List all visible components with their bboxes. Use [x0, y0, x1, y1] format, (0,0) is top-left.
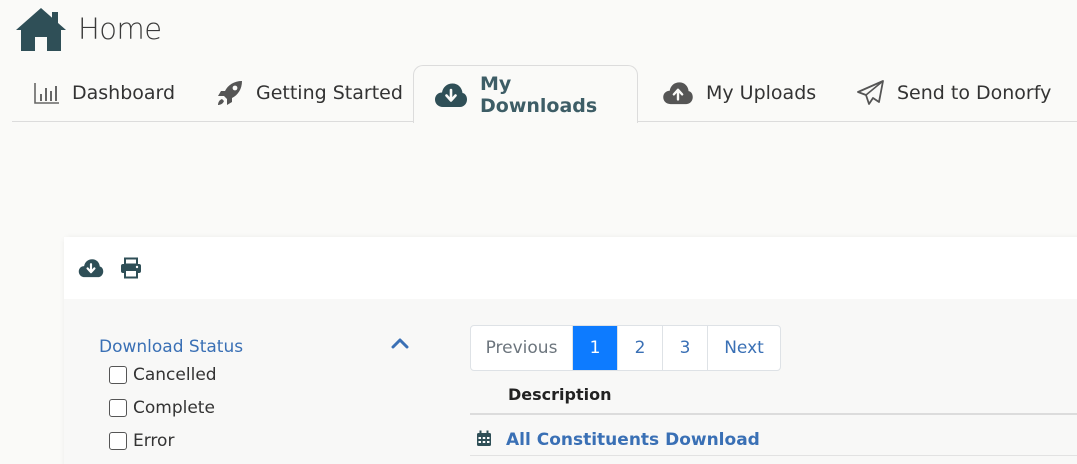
tab-bar: Dashboard Getting Started My Downloads M…: [12, 64, 1077, 124]
page-title: Home: [78, 12, 162, 46]
calendar-icon: [476, 430, 492, 451]
tab-label: My Uploads: [706, 82, 817, 104]
page-header: Home: [14, 6, 162, 52]
tab-send-to-donorfy[interactable]: Send to Donorfy: [857, 64, 1051, 122]
filter-option-complete[interactable]: Complete: [109, 398, 215, 418]
pagination-page-1[interactable]: 1: [573, 326, 618, 370]
filter-option-label: Complete: [133, 398, 215, 418]
panel-body: Download Status Cancelled Complete Error…: [64, 299, 1077, 464]
checkbox-error[interactable]: [109, 432, 127, 450]
tab-my-downloads[interactable]: My Downloads: [413, 65, 638, 124]
table-row[interactable]: All Constituents Download: [470, 423, 1077, 457]
checkbox-complete[interactable]: [109, 399, 127, 417]
cloud-upload-icon: [662, 81, 694, 105]
tab-label: My Downloads: [480, 72, 598, 117]
cloud-download-icon[interactable]: [78, 258, 104, 278]
chevron-up-icon[interactable]: [391, 335, 409, 354]
rocket-icon: [216, 79, 244, 107]
paper-plane-icon: [857, 80, 885, 106]
tab-my-uploads[interactable]: My Uploads: [662, 64, 816, 122]
filter-option-error[interactable]: Error: [109, 431, 174, 451]
home-icon: [14, 6, 68, 52]
download-description-link[interactable]: All Constituents Download: [506, 430, 760, 450]
pagination-page-2[interactable]: 2: [618, 326, 663, 370]
filter-title-download-status[interactable]: Download Status: [99, 337, 243, 357]
tab-label: Send to Donorfy: [897, 82, 1052, 104]
downloads-panel: Download Status Cancelled Complete Error…: [64, 237, 1077, 464]
pagination: Previous 1 2 3 Next: [470, 325, 781, 371]
tab-getting-started[interactable]: Getting Started: [216, 64, 403, 122]
filter-option-label: Error: [133, 431, 175, 451]
panel-toolbar: [64, 237, 1077, 299]
column-header-description[interactable]: Description: [508, 385, 611, 404]
tab-label: Getting Started: [256, 82, 403, 104]
filter-option-cancelled[interactable]: Cancelled: [109, 365, 217, 385]
cloud-download-icon: [434, 82, 468, 108]
tab-label: Dashboard: [72, 82, 176, 104]
print-icon[interactable]: [120, 257, 142, 279]
tab-dashboard[interactable]: Dashboard: [34, 64, 175, 122]
pagination-next[interactable]: Next: [708, 326, 780, 370]
checkbox-cancelled[interactable]: [109, 366, 127, 384]
header-divider: [470, 413, 1077, 415]
row-divider: [470, 455, 1077, 456]
pagination-page-3[interactable]: 3: [663, 326, 708, 370]
bar-chart-icon: [34, 82, 60, 104]
filter-option-label: Cancelled: [133, 365, 217, 385]
pagination-previous[interactable]: Previous: [471, 326, 573, 370]
